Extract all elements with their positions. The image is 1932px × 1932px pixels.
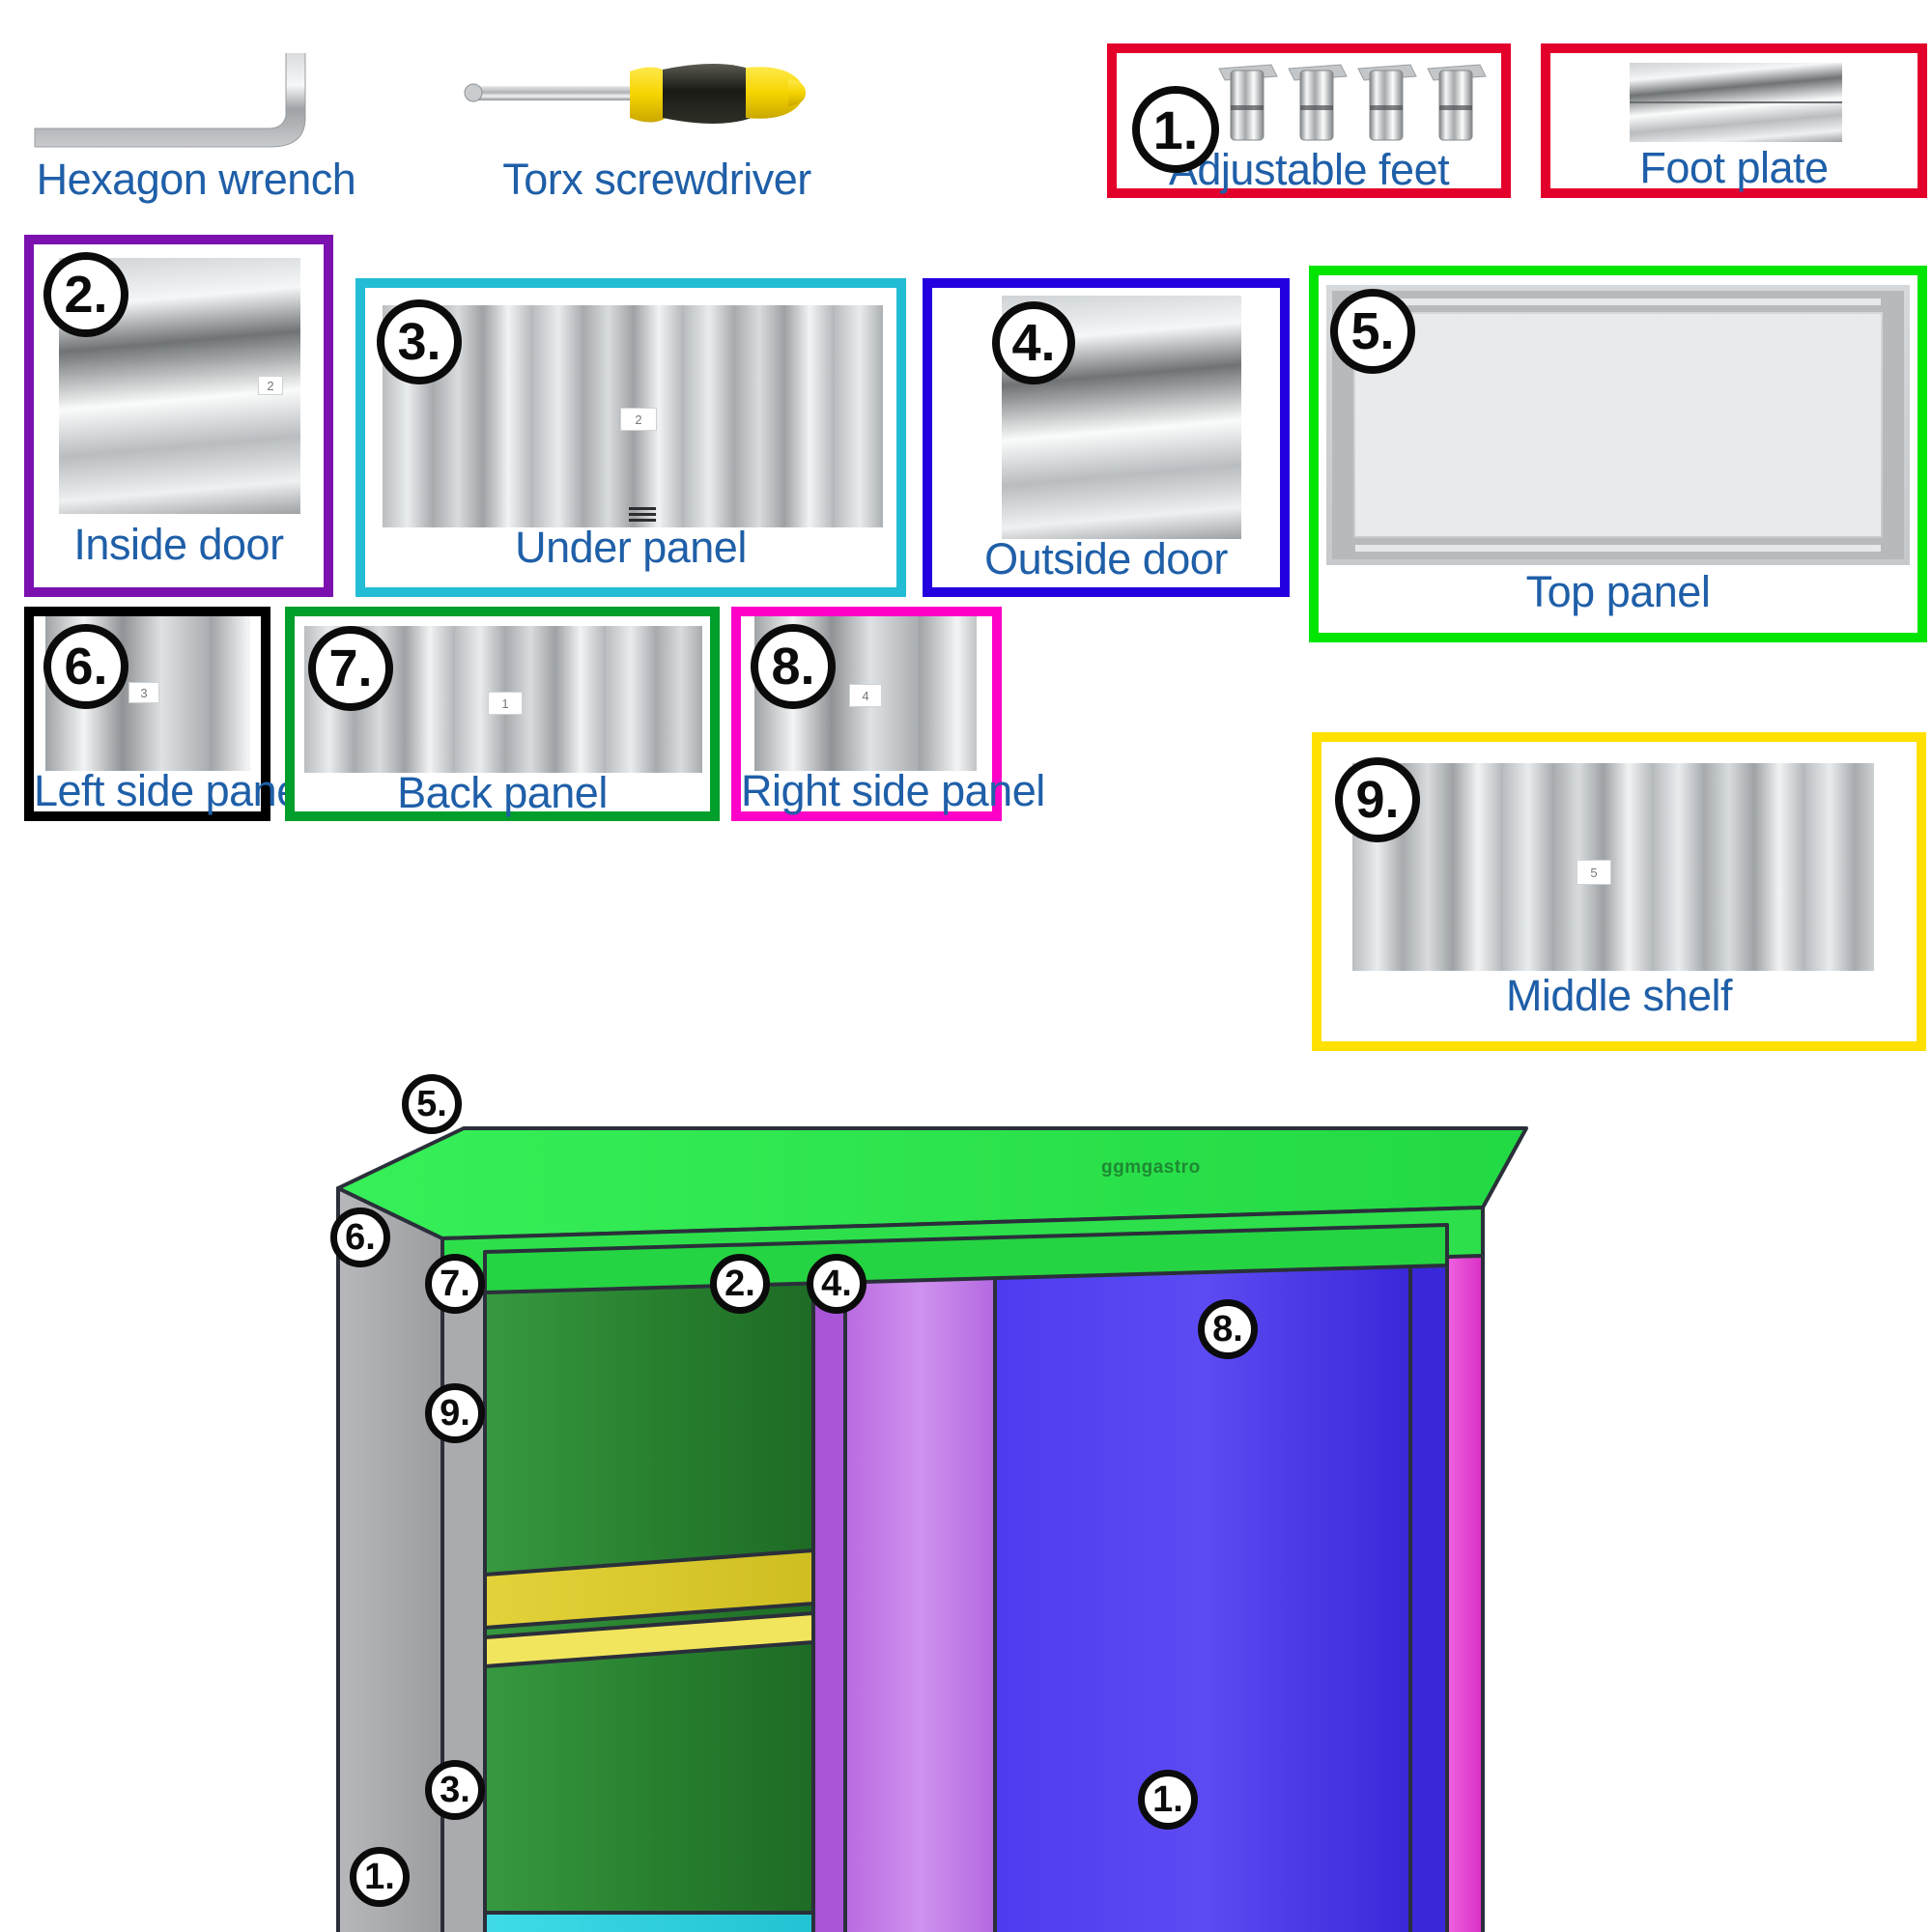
asm-badge-3: 3. [425, 1760, 485, 1820]
part-box-foot-plate: Foot plate [1541, 43, 1927, 198]
asm-badge-1-left: 1. [350, 1847, 410, 1907]
left-side-panel-label: Left side panel [34, 766, 310, 815]
screwdriver-icon [464, 64, 806, 124]
part-tag: 5 [1577, 860, 1611, 885]
part-box-top-panel: 5. Top panel [1309, 266, 1927, 642]
part-box-left-side-panel: 6. 3 Left side panel [24, 607, 310, 821]
adjustable-feet-photo [1217, 61, 1507, 148]
part-tag: 3 [128, 682, 159, 703]
part-box-outside-door: 4. Outside door [923, 278, 1290, 597]
part-box-under-panel: 3. 2 Under panel [355, 278, 906, 597]
part-tag: 2 [258, 376, 283, 395]
asm-outside-door [993, 1244, 1412, 1932]
asm-inside-door [843, 1244, 997, 1932]
badge-5: 5. [1330, 289, 1415, 374]
hex-wrench-icon [34, 53, 306, 148]
top-panel-label: Top panel [1525, 567, 1711, 616]
asm-badge-6: 6. [330, 1208, 390, 1267]
foot-plate-label: Foot plate [1639, 143, 1829, 192]
asm-badge-5: 5. [402, 1074, 462, 1134]
asm-outside-door-edge [1408, 1246, 1449, 1932]
badge-1: 1. [1132, 86, 1219, 173]
badge-8: 8. [751, 624, 836, 709]
part-tag: 2 [620, 408, 657, 431]
asm-badge-2: 2. [710, 1254, 770, 1314]
part-box-adjustable-feet: 1. Adjustable feet [1107, 43, 1511, 198]
outside-door-label: Outside door [984, 534, 1228, 583]
screwdriver-label: Torx screwdriver [502, 155, 811, 204]
asm-badge-1-right: 1. [1138, 1770, 1198, 1830]
part-tag: 1 [488, 692, 523, 715]
badge-2: 2. [43, 252, 128, 337]
part-box-middle-shelf: 9. 5 Middle shelf [1312, 732, 1926, 1051]
asm-right-side-panel [1445, 1206, 1485, 1932]
asm-badge-7: 7. [425, 1254, 485, 1314]
inside-door-label: Inside door [73, 520, 284, 569]
badge-3: 3. [377, 299, 462, 384]
foot-plate-photo [1630, 63, 1842, 142]
asm-left-jamb [440, 1236, 487, 1932]
part-box-inside-door: 2. 2 Inside door [24, 235, 333, 597]
brand-label: ggmgastro [1101, 1157, 1201, 1178]
badge-6: 6. [43, 624, 128, 709]
badge-9: 9. [1335, 757, 1420, 842]
asm-badge-9: 9. [425, 1383, 485, 1443]
asm-under-panel [483, 1911, 815, 1932]
assembly-diagram [319, 1063, 1575, 1932]
part-box-right-side-panel: 8. 4 Right side panel [731, 607, 1045, 821]
middle-shelf-label: Middle shelf [1505, 971, 1733, 1020]
part-tag: 4 [849, 684, 882, 707]
hex-wrench-label: Hexagon wrench [36, 155, 356, 204]
feet-icon [1218, 64, 1487, 141]
asm-badge-4: 4. [807, 1254, 867, 1314]
badge-7: 7. [308, 626, 393, 711]
back-panel-label: Back panel [397, 768, 608, 817]
asm-left-side-panel [336, 1186, 444, 1932]
badge-4: 4. [992, 301, 1075, 384]
part-box-back-panel: 7. 1 Back panel [285, 607, 720, 821]
right-side-panel-label: Right side panel [741, 766, 1045, 815]
middle-shelf-photo: 5 [1352, 763, 1874, 971]
asm-inside-door-edge [811, 1250, 847, 1932]
asm-badge-8: 8. [1198, 1299, 1258, 1359]
under-panel-label: Under panel [515, 523, 747, 572]
